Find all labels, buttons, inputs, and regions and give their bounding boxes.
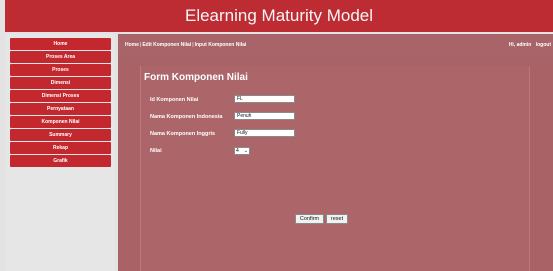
breadcrumb-input-komponen-nilai[interactable]: Input Komponen Nilai	[195, 42, 247, 48]
sidebar-item-summary[interactable]: Summary	[10, 129, 111, 141]
nilai-selected-value: 4	[236, 148, 239, 154]
sidebar-item-dimensi[interactable]: Dimensi	[10, 77, 111, 89]
breadcrumb-separator: |	[192, 42, 194, 48]
sidebar-item-pernyataan[interactable]: Pernyataan	[10, 103, 111, 115]
sidebar: Home Proses Area Proses Dimensi Dimensi …	[5, 34, 115, 271]
logout-link[interactable]: logout	[536, 42, 551, 48]
id-komponen-nilai-input[interactable]: FL	[234, 95, 295, 103]
sidebar-item-komponen-nilai[interactable]: Komponen Nilai	[10, 116, 111, 128]
nilai-label: Nilai	[150, 148, 162, 154]
reset-button[interactable]: reset	[326, 214, 348, 224]
nama-komponen-inggris-input[interactable]: Fully	[234, 129, 295, 137]
sidebar-item-grafik[interactable]: Grafik	[10, 155, 111, 167]
main-content: Home|Edit Komponen Nilai|Input Komponen …	[118, 34, 553, 271]
chevron-down-icon: ⌄	[243, 148, 248, 154]
sidebar-item-dimensi-proses[interactable]: Dimensi Proses	[10, 90, 111, 102]
breadcrumb-home[interactable]: Home	[125, 42, 139, 48]
sidebar-item-proses[interactable]: Proses	[10, 64, 111, 76]
form-title: Form Komponen Nilai	[144, 72, 248, 83]
form-panel: Form Komponen Nilai Id Komponen Nilai FL…	[140, 66, 530, 271]
nilai-select[interactable]: 4 ⌄	[234, 147, 250, 155]
breadcrumb: Home|Edit Komponen Nilai|Input Komponen …	[125, 42, 246, 48]
sidebar-item-proses-area[interactable]: Proses Area	[10, 51, 111, 63]
nama-komponen-inggris-label: Nama Komponen Inggris	[150, 131, 216, 137]
top-bar: Home|Edit Komponen Nilai|Input Komponen …	[118, 34, 553, 58]
confirm-button[interactable]: Confirm	[295, 214, 324, 224]
nama-komponen-indonesia-label: Nama Komponen Indonesia	[150, 114, 223, 120]
breadcrumb-edit-komponen-nilai[interactable]: Edit Komponen Nilai	[142, 42, 191, 48]
app-header: Elearning Maturity Model	[5, 0, 553, 32]
nama-komponen-indonesia-input[interactable]: Penuh	[234, 112, 295, 120]
app-title: Elearning Maturity Model	[184, 6, 374, 25]
id-komponen-nilai-label: Id Komponen Nilai	[150, 97, 199, 103]
user-box: Hi, admin logout	[509, 42, 551, 48]
sidebar-item-rekap[interactable]: Rekap	[10, 142, 111, 154]
page: Elearning Maturity Model Home Proses Are…	[0, 0, 553, 271]
sidebar-item-home[interactable]: Home	[10, 38, 111, 50]
greeting-text: Hi,	[508, 42, 516, 48]
username: admin	[516, 42, 532, 48]
